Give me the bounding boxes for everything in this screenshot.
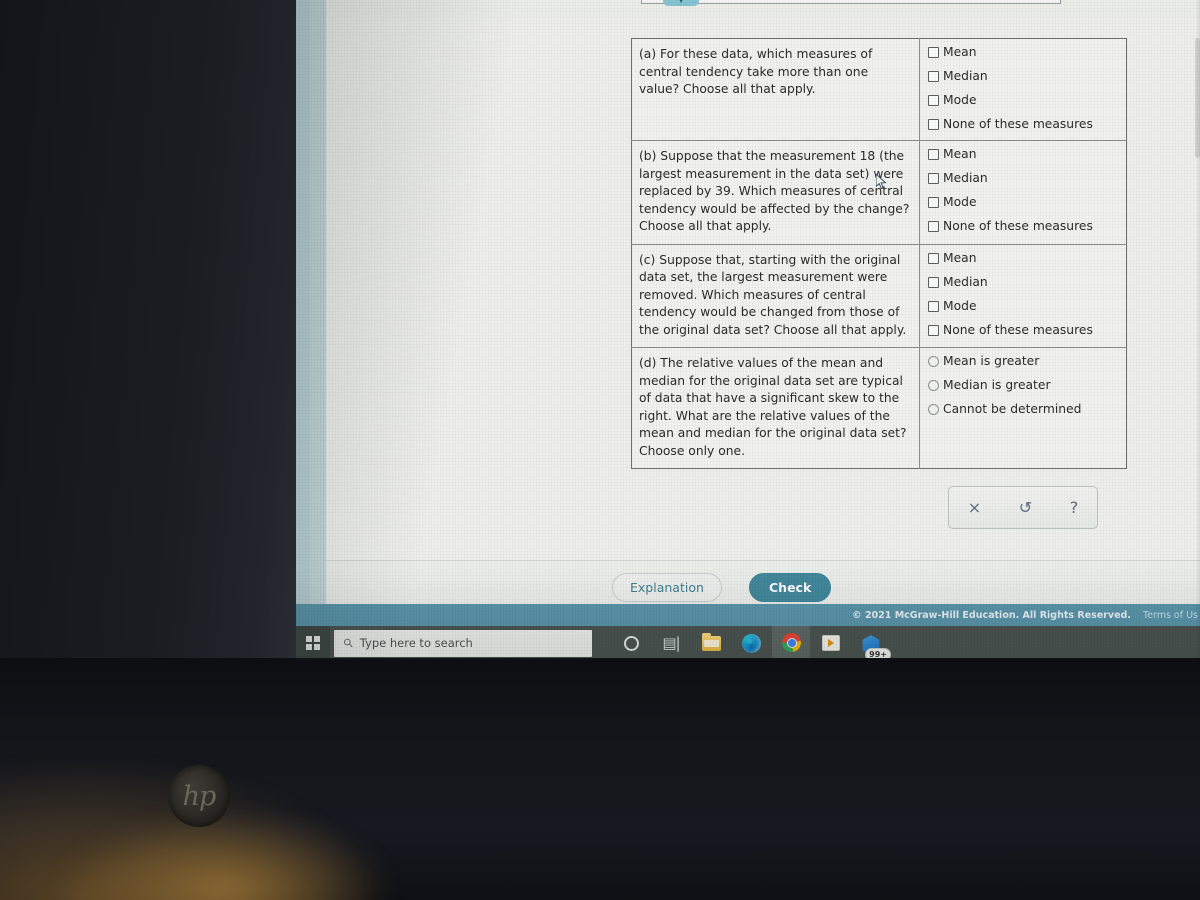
search-icon: ⚲	[340, 634, 357, 652]
question-table: (a) For these data, which measures of ce…	[631, 38, 1127, 469]
question-options-a: Mean Median Mode None of these measures	[920, 39, 1127, 141]
option-c-none[interactable]: None of these measures	[928, 323, 1120, 338]
undo-icon[interactable]: ↺	[1019, 498, 1032, 517]
option-a-none[interactable]: None of these measures	[928, 117, 1120, 132]
file-explorer-icon[interactable]	[692, 626, 730, 660]
checkbox-icon[interactable]	[928, 197, 939, 208]
option-label: Mode	[943, 195, 977, 209]
option-label: Median	[943, 69, 988, 83]
option-c-median[interactable]: Median	[928, 275, 1120, 290]
table-row: (a) For these data, which measures of ce…	[631, 38, 1127, 141]
option-a-median[interactable]: Median	[928, 69, 1120, 84]
question-prompt-a: (a) For these data, which measures of ce…	[631, 38, 920, 141]
question-prompt-b: (b) Suppose that the measurement 18 (the…	[631, 140, 920, 244]
checkbox-icon[interactable]	[928, 221, 939, 232]
page-left-edge	[296, 0, 310, 604]
option-label: Mode	[943, 298, 977, 313]
copyright-text: © 2021 McGraw-Hill Education. All Rights…	[852, 609, 1131, 621]
table-row: (d) The relative values of the mean and …	[631, 347, 1127, 469]
task-view-icon[interactable]: ▤|	[652, 626, 690, 660]
table-row: (c) Suppose that, starting with the orig…	[631, 244, 1127, 348]
radio-icon[interactable]	[928, 356, 939, 367]
option-d-cannot-determine[interactable]: Cannot be determined	[928, 402, 1120, 417]
checkbox-icon[interactable]	[928, 300, 939, 312]
clear-icon[interactable]: ×	[968, 498, 981, 517]
option-b-mode[interactable]: Mode	[928, 195, 1120, 210]
radio-icon[interactable]	[928, 380, 939, 391]
checkbox-icon[interactable]	[928, 95, 939, 106]
option-c-mean[interactable]: Mean	[928, 251, 1120, 266]
question-options-b: Mean Median Mode None of these measures	[920, 141, 1127, 245]
cortana-icon[interactable]	[612, 626, 650, 660]
partial-header-box: incorrect pairs (out of 1000)	[641, 0, 1061, 4]
terms-of-use-link[interactable]: Terms of Us	[1143, 610, 1198, 621]
windows-icon	[306, 636, 320, 650]
option-label: Median is greater	[943, 378, 1051, 392]
option-b-median[interactable]: Median	[928, 171, 1120, 186]
checkbox-icon[interactable]	[928, 173, 939, 184]
photo-of-laptop-screen: incorrect pairs (out of 1000) ▼ (a) For …	[0, 0, 1200, 900]
option-a-mean[interactable]: Mean	[928, 45, 1120, 60]
question-options-c: Mean Median Mode None of these measures	[920, 244, 1127, 348]
option-b-mean[interactable]: Mean	[928, 147, 1120, 162]
answer-toolbox: × ↺ ?	[948, 486, 1098, 529]
microsoft-edge-icon[interactable]	[732, 626, 770, 660]
option-label: Mean	[943, 147, 977, 161]
question-options-d: Mean is greater Median is greater Cannot…	[920, 348, 1127, 469]
option-d-median-greater[interactable]: Median is greater	[928, 378, 1120, 393]
checkbox-icon[interactable]	[928, 119, 939, 130]
microsoft-store-icon[interactable]: 99+	[852, 626, 891, 660]
screen-bezel-left	[0, 0, 300, 660]
option-c-mode[interactable]: Mode	[928, 299, 1120, 314]
checkbox-icon[interactable]	[928, 252, 939, 264]
start-button[interactable]	[296, 626, 330, 660]
checkbox-icon[interactable]	[928, 71, 939, 82]
google-chrome-icon[interactable]	[772, 626, 810, 660]
question-prompt-d: (d) The relative values of the mean and …	[631, 347, 920, 469]
option-label: Median	[943, 171, 988, 185]
checkbox-icon[interactable]	[928, 47, 939, 58]
option-label: None of these measures	[943, 117, 1093, 131]
checkbox-icon[interactable]	[928, 324, 939, 336]
media-player-icon[interactable]	[812, 626, 850, 660]
option-d-mean-greater[interactable]: Mean is greater	[928, 354, 1120, 369]
taskbar-icons: ▤| 99+	[612, 626, 891, 660]
search-placeholder: Type here to search	[359, 636, 473, 650]
option-label: Cannot be determined	[943, 402, 1082, 416]
radio-icon[interactable]	[928, 404, 939, 415]
option-label: None of these measures	[943, 219, 1093, 233]
option-label: None of these measures	[943, 322, 1093, 337]
desk-light-glow-2	[60, 814, 390, 900]
question-prompt-c: (c) Suppose that, starting with the orig…	[631, 244, 920, 348]
option-label: Mode	[943, 93, 977, 107]
browser-page-body: incorrect pairs (out of 1000) ▼ (a) For …	[296, 0, 1200, 604]
option-label: Mean is greater	[943, 354, 1040, 368]
option-label: Mean	[943, 250, 977, 265]
laptop-screen: incorrect pairs (out of 1000) ▼ (a) For …	[296, 0, 1200, 660]
option-label: Mean	[943, 45, 977, 59]
check-button[interactable]: Check	[749, 573, 832, 602]
option-a-mode[interactable]: Mode	[928, 93, 1120, 108]
explanation-button[interactable]: Explanation	[612, 573, 722, 602]
table-row: (b) Suppose that the measurement 18 (the…	[631, 140, 1127, 245]
checkbox-icon[interactable]	[928, 149, 939, 160]
option-label: Median	[943, 274, 988, 289]
chevron-down-icon[interactable]: ▼	[663, 0, 699, 6]
option-b-none[interactable]: None of these measures	[928, 219, 1120, 234]
page-footer: © 2021 McGraw-Hill Education. All Rights…	[296, 604, 1200, 626]
mouse-cursor-icon	[876, 174, 887, 190]
search-input[interactable]: ⚲ Type here to search	[334, 629, 592, 657]
windows-taskbar: ⚲ Type here to search ▤| 99+	[296, 626, 1200, 660]
hp-logo: hp	[168, 765, 230, 827]
help-icon[interactable]: ?	[1070, 498, 1079, 517]
checkbox-icon[interactable]	[928, 276, 939, 288]
